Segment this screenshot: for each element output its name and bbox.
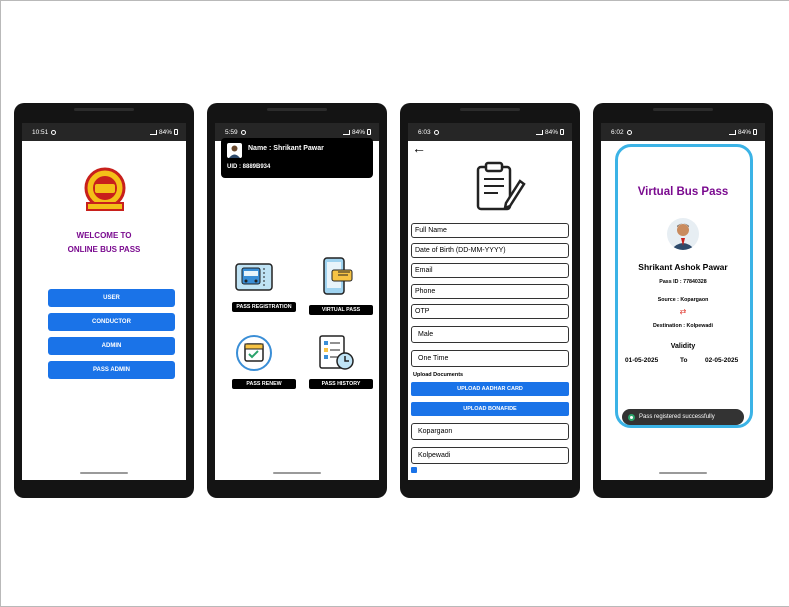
full-name-field[interactable]: Full Name <box>411 223 569 238</box>
notification-icon <box>433 129 439 135</box>
pass-admin-button[interactable]: PASS ADMIN <box>48 361 175 379</box>
swap-route-icon: ⇄ <box>679 307 687 316</box>
status-time: 5:59 <box>225 128 238 136</box>
screen-dashboard: 5:59 84% Name : Shrikant Pawar UID : 888… <box>215 123 379 480</box>
upload-bonafide-button[interactable]: UPLOAD BONAFIDE <box>411 402 569 416</box>
status-bar: 6:02 84% <box>601 123 765 141</box>
signal-icon <box>342 129 350 135</box>
terms-checkbox[interactable] <box>411 467 417 473</box>
back-arrow-icon[interactable]: ← <box>412 141 426 155</box>
clipboard-pen-icon <box>476 161 526 211</box>
gesture-bar <box>273 472 321 474</box>
welcome-line-1: WELCOME TO <box>76 231 132 240</box>
status-time: 6:02 <box>611 128 624 136</box>
pass-source: Source : Kopargaon <box>657 297 709 303</box>
calendar-renew-icon[interactable] <box>234 333 274 373</box>
upload-documents-label: Upload Documents <box>413 372 464 378</box>
battery-icon <box>753 129 757 135</box>
user-button[interactable]: USER <box>48 289 175 307</box>
gesture-bar <box>80 472 128 474</box>
tile-pass-registration[interactable]: PASS REGISTRATION <box>232 302 296 312</box>
user-avatar-icon <box>229 145 240 158</box>
notification-icon <box>626 129 632 135</box>
user-uid: UID : 8889B934 <box>227 164 271 170</box>
battery-icon <box>560 129 564 135</box>
user-name: Name : Shrikant Pawar <box>248 145 324 152</box>
pass-destination: Destination : Kolpewadi <box>652 323 714 329</box>
signal-icon <box>149 129 157 135</box>
phone-registration: 6:03 84% ← Full Name Date of Birth (DD-M… <box>400 103 580 498</box>
battery-percent: 84% <box>158 128 172 136</box>
success-toast: Pass registered successfully <box>622 409 744 425</box>
tile-pass-history[interactable]: PASS HISTORY <box>309 379 373 389</box>
battery-icon <box>174 129 178 135</box>
passenger-name: Shrikant Ashok Pawar <box>638 262 728 272</box>
mobile-ticket-icon[interactable] <box>316 256 356 296</box>
battery-percent: 84% <box>737 128 751 136</box>
battery-percent: 84% <box>351 128 365 136</box>
status-time: 10:51 <box>32 128 49 136</box>
phone-dashboard: 5:59 84% Name : Shrikant Pawar UID : 888… <box>207 103 387 498</box>
welcome-line-2: ONLINE BUS PASS <box>67 245 141 254</box>
checklist-clock-icon[interactable] <box>316 333 356 373</box>
admin-button[interactable]: ADMIN <box>48 337 175 355</box>
validity-label: Validity <box>670 343 696 350</box>
gender-select[interactable]: Male <box>411 326 569 343</box>
notification-icon <box>240 129 246 135</box>
screen-welcome: 10:51 84% WELCOME TO ONLINE BUS PASS USE… <box>22 123 186 480</box>
phone-welcome: 10:51 84% WELCOME TO ONLINE BUS PASS USE… <box>14 103 194 498</box>
msrtc-logo-icon <box>84 167 126 211</box>
signal-icon <box>728 129 736 135</box>
validity-to-label: To <box>680 357 688 364</box>
pass-id: Pass ID : 77840328 <box>659 279 707 285</box>
notification-icon <box>51 129 57 135</box>
screen-virtual-pass: 6:02 84% Virtual Bus Pass Shrikant Ashok… <box>601 123 765 480</box>
speaker-grille <box>460 108 520 111</box>
dob-field[interactable]: Date of Birth (DD-MM-YYYY) <box>411 243 569 258</box>
phone-virtual-pass: 6:02 84% Virtual Bus Pass Shrikant Ashok… <box>593 103 773 498</box>
speaker-grille <box>653 108 713 111</box>
avatar <box>227 143 242 158</box>
phone-field[interactable]: Phone <box>411 284 569 299</box>
user-info-card: Name : Shrikant Pawar UID : 8889B934 <box>221 138 373 178</box>
gesture-bar <box>659 472 707 474</box>
valid-to-date: 02-05-2025 <box>705 357 739 364</box>
speaker-grille <box>74 108 134 111</box>
speaker-grille <box>267 108 327 111</box>
toast-message: Pass registered successfully <box>639 414 715 420</box>
user-avatar-icon <box>671 223 695 250</box>
battery-percent: 84% <box>544 128 558 136</box>
status-bar: 10:51 84% <box>22 123 186 141</box>
signal-icon <box>535 129 543 135</box>
pass-title: Virtual Bus Pass <box>637 186 729 198</box>
destination-select[interactable]: Kolpewadi <box>411 447 569 464</box>
valid-from-date: 01-05-2025 <box>625 357 659 364</box>
otp-field[interactable]: OTP <box>411 304 569 319</box>
screen-registration: 6:03 84% ← Full Name Date of Birth (DD-M… <box>408 123 572 480</box>
battery-icon <box>367 129 371 135</box>
source-select[interactable]: Kopargaon <box>411 423 569 440</box>
status-bar: 6:03 84% <box>408 123 572 141</box>
avatar <box>667 218 699 250</box>
app-icon <box>628 413 635 421</box>
upload-aadhar-button[interactable]: UPLOAD AADHAR CARD <box>411 382 569 396</box>
status-time: 6:03 <box>418 128 431 136</box>
pass-type-select[interactable]: One Time <box>411 350 569 367</box>
email-field[interactable]: Email <box>411 263 569 278</box>
bus-ticket-icon[interactable] <box>234 256 274 296</box>
tile-pass-renew[interactable]: PASS RENEW <box>232 379 296 389</box>
tile-virtual-pass[interactable]: VIRTUAL PASS <box>309 305 373 315</box>
conductor-button[interactable]: CONDUCTOR <box>48 313 175 331</box>
